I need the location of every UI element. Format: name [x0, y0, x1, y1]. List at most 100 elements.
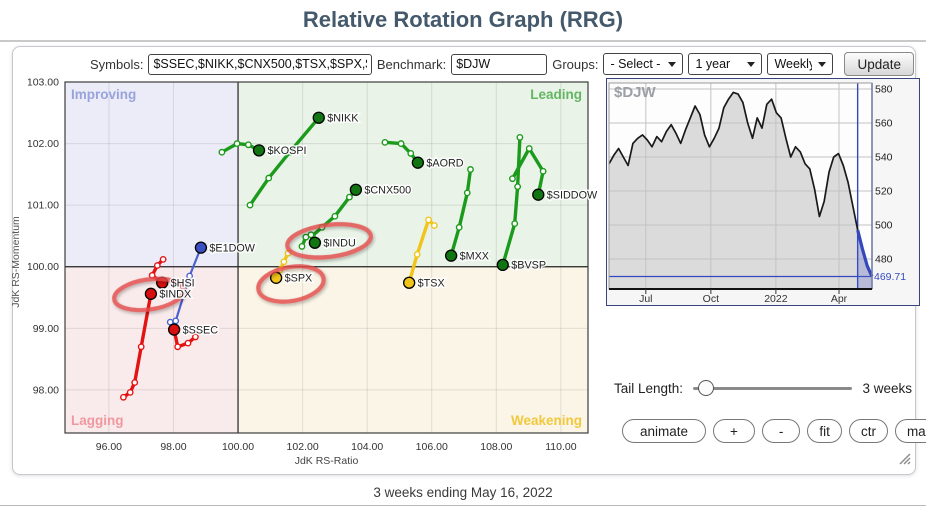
label-$MXX: $MXX: [460, 250, 489, 262]
marker-$KOSPI[interactable]: [254, 145, 265, 156]
rrg-app: Relative Rotation Graph (RRG) Symbols: B…: [0, 0, 926, 506]
tail-length-value: 3 weeks: [862, 381, 912, 396]
tail-node: [308, 232, 313, 237]
symbols-input[interactable]: [148, 54, 371, 75]
x-tick-label: 100.00: [222, 441, 254, 453]
groups-select[interactable]: - Select -: [604, 54, 682, 74]
marker-$MXX[interactable]: [446, 250, 457, 261]
benchmark-x-tick: Apr: [831, 293, 848, 305]
marker-$TSX[interactable]: [404, 277, 415, 288]
benchmark-chart: JulOct2022Apr580560540520500480469.71$DJ…: [607, 79, 919, 305]
rrg-y-axis-title: JdK RS-Momentum: [10, 216, 22, 308]
tail-node: [456, 225, 461, 230]
tail-node: [398, 141, 403, 146]
label-$NIKK: $NIKK: [327, 113, 359, 125]
x-tick-label: 98.00: [160, 441, 186, 453]
tail-node: [515, 184, 520, 189]
ctr-button[interactable]: ctr: [849, 419, 888, 443]
groups-label: Groups:: [552, 57, 598, 72]
marker-$SSEC[interactable]: [169, 324, 180, 335]
tail-node: [408, 151, 413, 156]
max-button[interactable]: max: [895, 419, 926, 443]
label-$E1DOW: $E1DOW: [209, 242, 255, 254]
update-button[interactable]: Update: [844, 52, 914, 76]
tail-node: [512, 221, 517, 226]
tail-node: [281, 259, 286, 264]
animate-button[interactable]: animate: [622, 419, 706, 443]
label-$TSX: $TSX: [418, 278, 445, 290]
label-$CNX500: $CNX500: [364, 185, 411, 197]
tail-length-slider-thumb[interactable]: [698, 380, 714, 396]
marker-$AORD[interactable]: [412, 157, 423, 168]
page-title: Relative Rotation Graph (RRG): [0, 0, 926, 40]
resize-grip-icon[interactable]: [897, 451, 911, 465]
toolbar: Symbols: Benchmark: Groups: - Select - 1…: [12, 50, 914, 78]
quadrant-label-weakening: Weakening: [511, 413, 582, 428]
minus-button[interactable]: -: [762, 419, 801, 443]
period-select-wrap: 1 year: [688, 53, 762, 75]
tail-node: [510, 176, 515, 181]
tail-node: [332, 214, 337, 219]
tail-node: [540, 169, 545, 174]
fit-button[interactable]: fit: [807, 419, 842, 443]
tail-node: [247, 202, 252, 207]
y-tick-label: 101.00: [28, 200, 59, 212]
tail-length-label: Tail Length:: [614, 381, 683, 396]
page-header: Relative Rotation Graph (RRG): [0, 0, 926, 42]
frequency-select[interactable]: Weekly: [768, 54, 832, 74]
y-tick-label: 100.00: [28, 261, 59, 273]
tail-node: [128, 390, 133, 395]
tail-node: [160, 257, 165, 262]
tail-node: [132, 380, 137, 385]
quadrant-weakening: [238, 267, 588, 433]
x-tick-label: 102.00: [287, 441, 319, 453]
tail-node: [185, 340, 190, 345]
y-tick-label: 102.00: [28, 138, 59, 150]
marker-$SIDDOW[interactable]: [533, 189, 544, 200]
benchmark-y-tick: 500: [875, 220, 893, 232]
marker-$E1DOW[interactable]: [195, 242, 206, 253]
marker-$INDU[interactable]: [309, 237, 320, 248]
label-$SPX: $SPX: [285, 273, 313, 285]
groups-select-wrap: - Select -: [603, 53, 683, 75]
label-$SSEC: $SSEC: [183, 324, 219, 336]
benchmark-panel: JulOct2022Apr580560540520500480469.71$DJ…: [606, 78, 920, 306]
plus-button[interactable]: +: [713, 419, 755, 443]
benchmark-last-value: 469.71: [874, 271, 906, 283]
benchmark-title: $DJW: [614, 84, 657, 101]
benchmark-label: Benchmark:: [377, 57, 446, 72]
tail-node: [219, 150, 224, 155]
period-select[interactable]: 1 year: [689, 54, 761, 74]
benchmark-y-tick: 480: [875, 254, 893, 266]
benchmark-x-tick: Oct: [703, 293, 719, 305]
benchmark-input[interactable]: [451, 54, 547, 75]
marker-$NIKK[interactable]: [313, 112, 324, 123]
x-tick-label: 104.00: [351, 441, 383, 453]
marker-$CNX500[interactable]: [350, 184, 361, 195]
tail-node: [266, 175, 271, 180]
label-$KOSPI: $KOSPI: [268, 145, 307, 157]
tail-node: [299, 244, 304, 249]
benchmark-x-tick: 2022: [764, 293, 788, 305]
chart-buttons: animate +-fitctrmax: [622, 419, 926, 443]
tail-node: [246, 142, 251, 147]
y-tick-label: 99.00: [33, 323, 59, 335]
label-$SIDDOW: $SIDDOW: [547, 189, 598, 201]
marker-$INDX[interactable]: [145, 288, 156, 299]
x-tick-label: 108.00: [480, 441, 512, 453]
tail-node: [517, 135, 522, 140]
label-$AORD: $AORD: [426, 157, 463, 169]
frequency-select-wrap: Weekly: [767, 53, 833, 75]
tail-node: [175, 344, 180, 349]
marker-$BVSP[interactable]: [497, 259, 508, 270]
tail-length-slider[interactable]: [693, 387, 852, 390]
footer-caption: 3 weeks ending May 16, 2022: [0, 485, 926, 500]
quadrant-label-improving: Improving: [71, 87, 136, 102]
benchmark-y-tick: 540: [875, 152, 893, 164]
tail-node: [527, 146, 532, 151]
benchmark-x-tick: Jul: [639, 293, 652, 305]
benchmark-y-tick: 520: [875, 186, 893, 198]
rrg-chart: ImprovingLeadingLaggingWeakening96.0098.…: [28, 75, 600, 470]
tail-node: [138, 344, 143, 349]
tail-node: [234, 141, 239, 146]
